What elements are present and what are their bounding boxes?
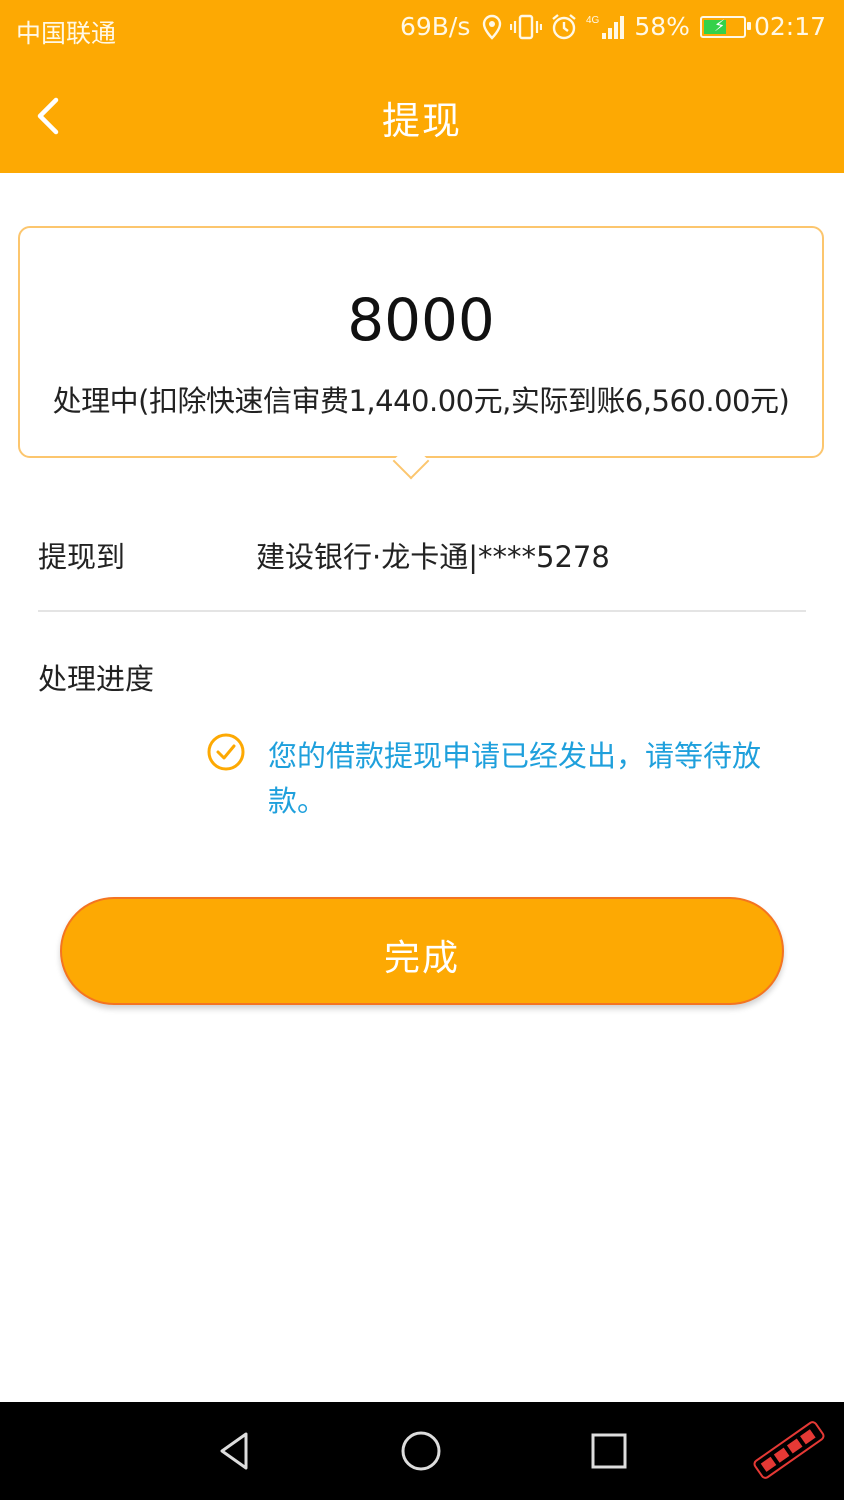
progress-label: 处理进度	[38, 662, 155, 696]
vibrate-icon	[510, 14, 543, 39]
navigation-bar	[0, 1402, 844, 1500]
charging-bolt-icon: ⚡	[713, 15, 726, 35]
page-title: 提现	[381, 99, 462, 143]
triangle-back-icon[interactable]	[214, 1430, 256, 1472]
withdraw-to-label: 提现到	[38, 540, 126, 574]
location-icon	[483, 14, 502, 40]
withdraw-amount: 8000	[347, 286, 495, 354]
status-icons: 69B/s 4G 58% ⚡ 02:17	[400, 12, 826, 41]
battery-percent: 58%	[634, 12, 690, 41]
network-type: 4G	[586, 15, 600, 26]
clock: 02:17	[753, 12, 826, 41]
processing-status: 处理中(扣除快速信审费1,440.00元,实际到账6,560.00元)	[52, 384, 790, 418]
progress-step-text: 您的借款提现申请已经发出，请等待放款。	[268, 739, 762, 818]
forum-watermark-logo	[753, 1421, 825, 1479]
amount-card: 8000 处理中(扣除快速信审费1,440.00元,实际到账6,560.00元)	[18, 226, 824, 458]
battery-icon: ⚡	[699, 15, 751, 38]
done-button[interactable]: 完成	[60, 897, 784, 1005]
check-circle-icon	[207, 733, 245, 771]
divider	[38, 610, 806, 612]
signal-icon: 4G	[586, 15, 625, 39]
square-recent-icon[interactable]	[588, 1430, 630, 1472]
done-button-label: 完成	[383, 938, 460, 979]
circle-home-icon[interactable]	[400, 1430, 442, 1472]
title-bar: 提现	[0, 60, 844, 173]
alarm-icon	[552, 13, 577, 39]
status-bar: 中国联通 69B/s 4G 58% ⚡ 02:17	[0, 0, 844, 60]
network-speed: 69B/s	[399, 12, 471, 41]
carrier-name: 中国联通	[16, 19, 117, 48]
bank-card-info: 建设银行·龙卡通|****5278	[256, 540, 610, 574]
